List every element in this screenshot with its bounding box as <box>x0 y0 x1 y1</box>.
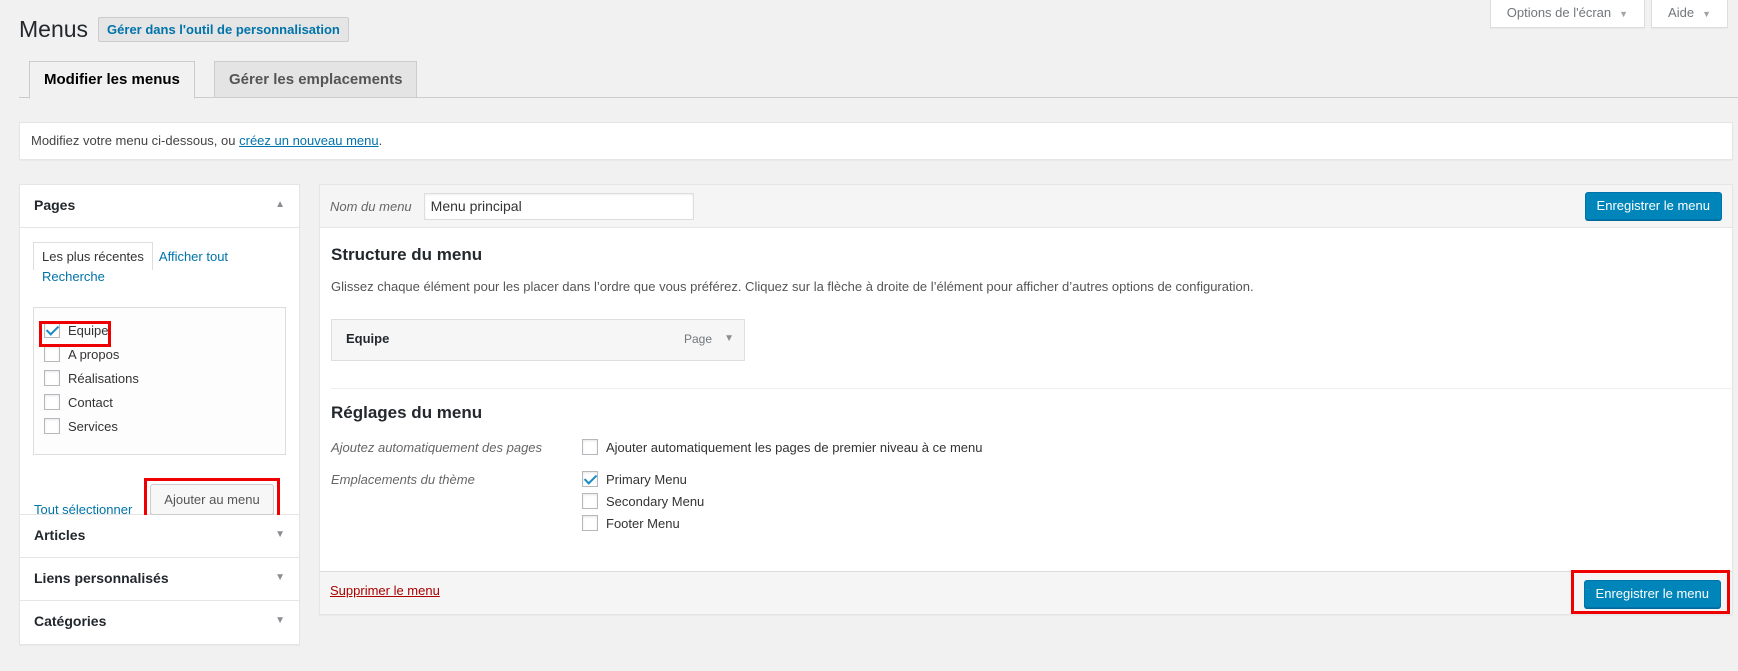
menu-settings-title: Réglages du menu <box>331 403 483 422</box>
theme-locations-label: Emplacements du thème <box>331 472 475 487</box>
delete-menu-link[interactable]: Supprimer le menu <box>330 583 440 598</box>
chevron-down-icon: ▼ <box>275 529 285 540</box>
notice-text: Modifiez votre menu ci-dessous, ou <box>31 133 240 148</box>
pages-tabs: Les plus récentes Afficher tout Recherche <box>33 242 286 286</box>
page-title: Menus <box>19 16 89 42</box>
help-label: Aide <box>1668 5 1695 20</box>
screen-options-label: Options de l'écran <box>1506 5 1612 20</box>
auto-add-option-label: Ajouter automatiquement les pages de pre… <box>606 439 983 455</box>
notice-text-end: . <box>378 133 383 148</box>
screen-options-button[interactable]: Options de l'écran ▼ <box>1489 0 1646 28</box>
checkbox[interactable] <box>44 394 60 410</box>
add-menu-items-accordion: Pages ▲ Les plus récentes Afficher tout R… <box>19 184 300 645</box>
menu-item[interactable]: Equipe Page ▼ <box>331 319 745 361</box>
divider <box>331 388 1732 389</box>
checkbox[interactable] <box>44 370 60 386</box>
tab-view-all[interactable]: Afficher tout <box>159 249 228 264</box>
save-menu-button-top[interactable]: Enregistrer le menu <box>1584 192 1722 220</box>
menu-name-input[interactable] <box>423 192 694 220</box>
chevron-down-icon: ▼ <box>275 572 285 583</box>
chevron-down-icon[interactable]: ▼ <box>724 333 734 344</box>
chevron-down-icon: ▼ <box>1619 9 1629 19</box>
menu-item-type: Page <box>683 332 712 346</box>
tab-edit-menus[interactable]: Modifier les menus <box>29 61 195 99</box>
location-label: Primary Menu <box>606 471 687 487</box>
accordion-pages-body: Les plus récentes Afficher tout Recherche… <box>20 228 299 520</box>
page-label: Contact <box>68 394 113 410</box>
checkbox-checked[interactable] <box>582 471 598 487</box>
chevron-down-icon: ▼ <box>1702 9 1711 19</box>
location-label: Footer Menu <box>606 515 680 531</box>
highlight-box-save-button <box>1571 570 1730 614</box>
accordion-title: Catégories <box>34 613 107 629</box>
help-button[interactable]: Aide ▼ <box>1651 0 1728 28</box>
checkbox[interactable] <box>582 515 598 531</box>
list-item[interactable]: Réalisations <box>44 366 275 390</box>
page-label: Services <box>68 418 118 434</box>
menu-name-label: Nom du menu <box>330 198 412 214</box>
tab-search[interactable]: Recherche <box>42 268 286 286</box>
menu-item-title: Equipe <box>346 331 390 346</box>
list-item[interactable]: Services <box>44 414 275 438</box>
checkbox[interactable] <box>582 493 598 509</box>
accordion-title: Pages <box>34 197 76 213</box>
notice-bar: Modifiez votre menu ci-dessous, ou créez… <box>19 122 1733 160</box>
accordion-title: Liens personnalisés <box>34 570 169 586</box>
menu-structure-description: Glissez chaque élément pour les placer d… <box>331 279 1254 294</box>
accordion-categories-header[interactable]: Catégories ▼ <box>20 601 299 644</box>
highlight-box-add-button <box>144 478 280 520</box>
accordion-custom-links-header[interactable]: Liens personnalisés ▼ <box>20 558 299 601</box>
checkbox[interactable] <box>582 439 598 455</box>
screen-meta: Options de l'écran ▼ Aide ▼ <box>1489 0 1728 28</box>
checkbox[interactable] <box>44 346 60 362</box>
tab-most-recent[interactable]: Les plus récentes <box>33 242 153 270</box>
page-label: Réalisations <box>68 370 139 386</box>
menu-panel-footer: Supprimer le menu Enregistrer le menu <box>320 571 1732 614</box>
highlight-box-equipe <box>39 321 111 347</box>
accordion-title: Articles <box>34 527 86 543</box>
create-new-menu-link[interactable]: créez un nouveau menu <box>239 133 378 148</box>
menu-structure-title: Structure du menu <box>331 245 483 264</box>
chevron-down-icon: ▼ <box>275 615 285 626</box>
checkbox[interactable] <box>44 418 60 434</box>
manage-in-customizer-button[interactable]: Gérer dans l'outil de personnalisation <box>98 17 349 42</box>
location-primary[interactable]: Primary Menu <box>582 471 687 487</box>
chevron-up-icon: ▲ <box>275 199 285 210</box>
location-footer[interactable]: Footer Menu <box>582 515 680 531</box>
page-header: Menus Gérer dans l'outil de personnalisa… <box>19 15 349 44</box>
nav-tabs: Modifier les menus Gérer les emplacement… <box>19 61 1738 99</box>
page-label: A propos <box>68 346 120 362</box>
location-secondary[interactable]: Secondary Menu <box>582 493 704 509</box>
menu-edit-panel: Nom du menu Enregistrer le menu Structur… <box>319 184 1733 615</box>
auto-add-label: Ajoutez automatiquement des pages <box>331 440 543 455</box>
list-item[interactable]: Contact <box>44 390 275 414</box>
accordion-pages-header[interactable]: Pages ▲ <box>20 185 299 228</box>
tab-manage-locations[interactable]: Gérer les emplacements <box>214 61 418 98</box>
accordion-articles-header[interactable]: Articles ▼ <box>20 515 299 558</box>
menu-panel-header: Nom du menu Enregistrer le menu <box>320 185 1732 228</box>
location-label: Secondary Menu <box>606 493 705 509</box>
auto-add-option[interactable]: Ajouter automatiquement les pages de pre… <box>582 439 983 455</box>
